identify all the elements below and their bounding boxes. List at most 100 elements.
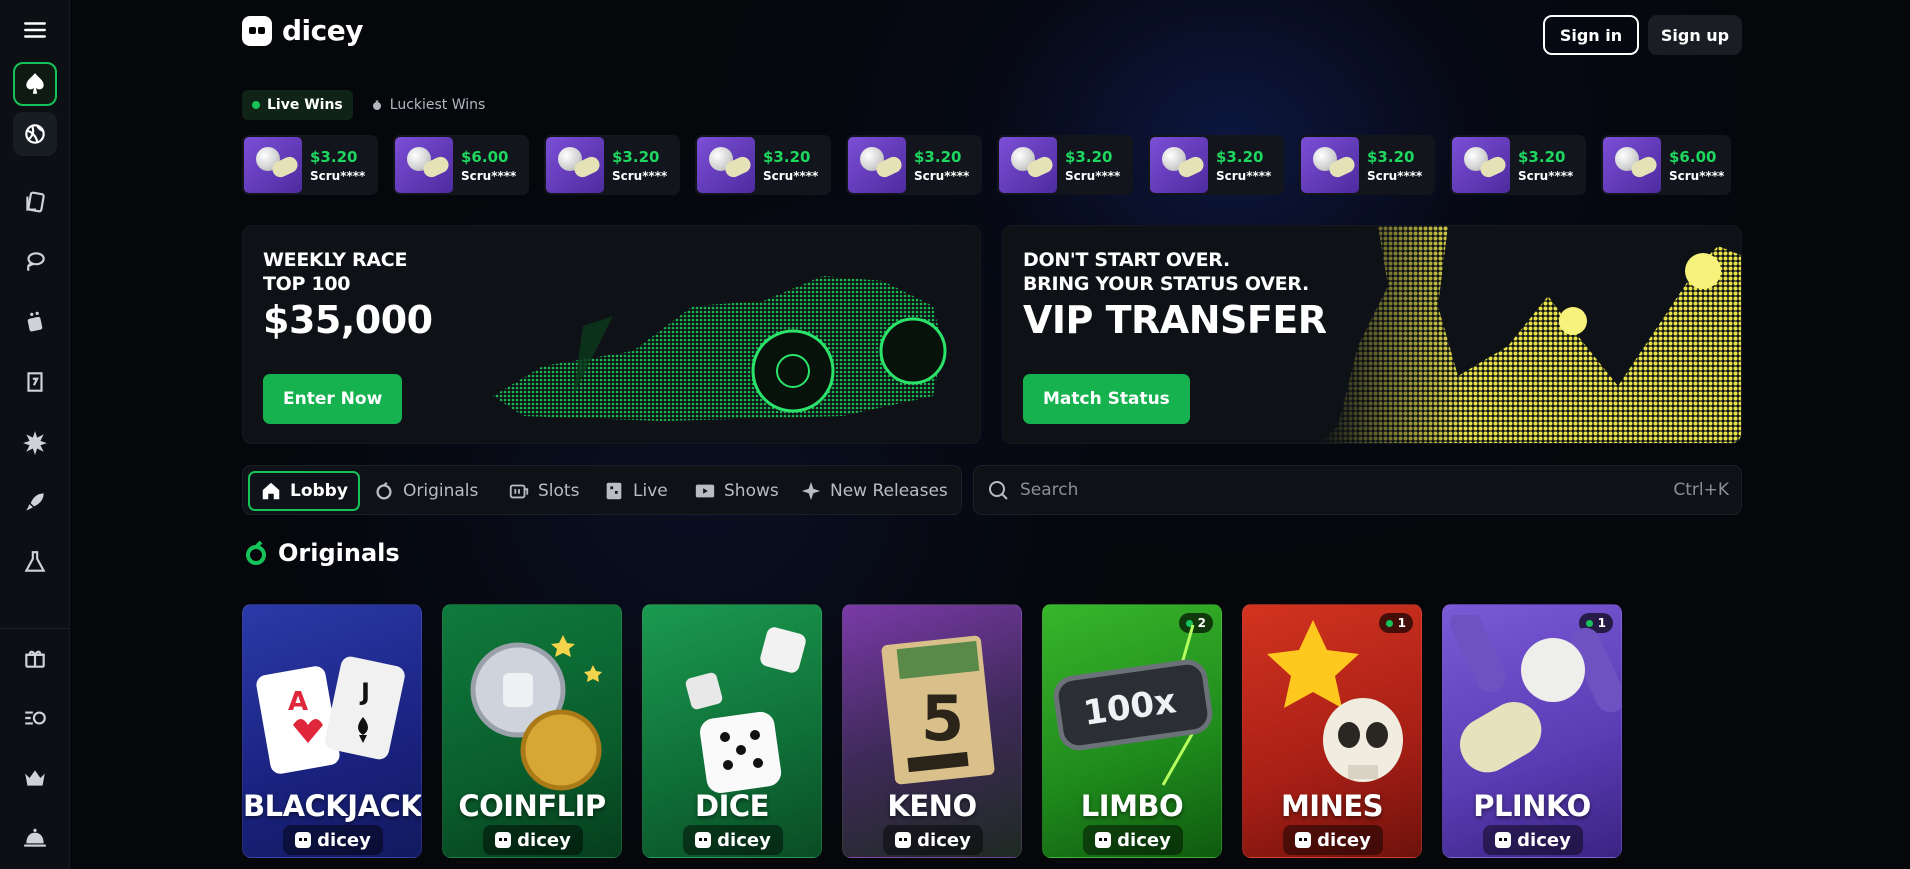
dice-logo-icon <box>695 832 712 848</box>
weekly-race-banner[interactable]: WEEKLY RACE TOP 100 $35,000 Enter Now <box>242 225 981 444</box>
win-card[interactable]: $3.20 Scru**** <box>1299 135 1435 195</box>
race-car-image <box>493 276 947 421</box>
win-card[interactable]: $3.20 Scru**** <box>544 135 680 195</box>
plinko-thumbnail <box>1150 137 1208 193</box>
sidebar-item-burst[interactable] <box>13 420 57 464</box>
match-status-button[interactable]: Match Status <box>1023 374 1190 424</box>
sidebar-item-crash[interactable] <box>13 480 57 524</box>
wins-tabs: Live Wins Luckiest Wins <box>242 90 495 120</box>
menu-button[interactable] <box>13 8 57 52</box>
win-card[interactable]: $3.20 Scru**** <box>1148 135 1284 195</box>
tab-luckiest-wins[interactable]: Luckiest Wins <box>361 90 496 120</box>
sidebar-item-support[interactable] <box>13 816 57 860</box>
sidebar-item-vip[interactable] <box>13 756 57 800</box>
dice-logo-icon <box>242 15 272 46</box>
win-amount: $3.20 <box>612 147 660 166</box>
plinko-thumbnail <box>1301 137 1359 193</box>
svg-text:5: 5 <box>921 682 964 755</box>
brand-logo[interactable]: dicey <box>242 14 363 47</box>
win-card[interactable]: $3.20 Scru**** <box>242 135 378 195</box>
originals-games-list: A J BLACKJACK dicey COINFLIP dicey DICE … <box>242 604 1622 858</box>
dice-logo-icon <box>895 832 912 848</box>
race-banner-text: WEEKLY RACE TOP 100 $35,000 <box>263 248 433 342</box>
sidebar-item-lasso[interactable] <box>13 240 57 284</box>
game-title: KENO <box>887 789 977 823</box>
dice-image-icon <box>685 627 806 793</box>
game-title: LIMBO <box>1080 789 1184 823</box>
dice-logo-icon <box>1095 832 1112 848</box>
lasso-icon <box>26 252 45 272</box>
tab-live[interactable]: Live <box>593 471 678 511</box>
shows-icon <box>695 484 715 498</box>
win-card[interactable]: $3.20 Scru**** <box>695 135 831 195</box>
enter-now-button[interactable]: Enter Now <box>263 374 403 424</box>
tab-label: Luckiest Wins <box>389 97 486 113</box>
tab-originals[interactable]: Originals <box>363 471 488 511</box>
game-brand: dicey <box>1483 825 1583 855</box>
signup-button[interactable]: Sign up <box>1648 15 1742 55</box>
win-amount: $6.00 <box>1669 147 1717 166</box>
game-card-coinflip[interactable]: COINFLIP dicey <box>442 604 622 858</box>
game-card-blackjack[interactable]: A J BLACKJACK dicey <box>242 604 422 858</box>
signin-button[interactable]: Sign in <box>1543 15 1639 55</box>
star-skull-icon <box>1267 620 1403 782</box>
win-card[interactable]: $6.00 Scru**** <box>393 135 529 195</box>
win-card[interactable]: $6.00 Scru**** <box>1601 135 1731 195</box>
game-title: COINFLIP <box>458 789 606 823</box>
sidebar-item-rewards[interactable] <box>13 636 57 680</box>
sidebar-item-lab[interactable] <box>13 540 57 584</box>
brand-label: dicey <box>1517 829 1571 851</box>
section-title: Originals <box>278 539 400 567</box>
vip-title: VIP TRANSFER <box>1023 298 1327 342</box>
originals-icon <box>246 540 266 565</box>
game-card-plinko[interactable]: 1 PLINKO dicey <box>1442 604 1622 858</box>
tab-label: New Releases <box>830 481 948 501</box>
win-amount: $3.20 <box>1518 147 1566 166</box>
sidebar-item-casino[interactable] <box>13 62 57 106</box>
coin-icon <box>470 635 602 791</box>
sidebar-item-sports[interactable] <box>13 112 57 156</box>
sidebar-item-cards[interactable] <box>13 180 57 224</box>
sidebar-item-slots[interactable] <box>13 360 57 404</box>
svg-text:J: J <box>359 678 370 706</box>
plinko-thumbnail <box>1452 137 1510 193</box>
win-user: Scru**** <box>1518 168 1574 183</box>
race-prize: $35,000 <box>263 298 433 342</box>
originals-icon <box>376 481 392 500</box>
tab-new-releases[interactable]: New Releases <box>790 471 958 511</box>
tab-live-wins[interactable]: Live Wins <box>242 90 353 120</box>
bell-icon <box>24 828 46 847</box>
search-bar[interactable]: Ctrl+K <box>973 465 1742 515</box>
tab-label: Live <box>633 481 668 501</box>
plinko-ball-icon <box>1450 615 1621 773</box>
category-tabs: Lobby Originals Slots Live Shows New Rel… <box>242 465 962 515</box>
tab-shows[interactable]: Shows <box>684 471 789 511</box>
win-card[interactable]: $3.20 Scru**** <box>1450 135 1586 195</box>
game-card-dice[interactable]: DICE dicey <box>642 604 822 858</box>
tab-lobby[interactable]: Lobby <box>248 471 360 511</box>
game-brand: dicey <box>1083 825 1183 855</box>
win-card[interactable]: $3.20 Scru**** <box>997 135 1133 195</box>
sidebar-item-rakeback[interactable] <box>13 696 57 740</box>
slots-icon <box>509 484 529 499</box>
brand-label: dicey <box>917 829 971 851</box>
win-user: Scru**** <box>914 168 970 183</box>
plinko-thumbnail <box>244 137 302 193</box>
win-amount: $3.20 <box>310 147 358 166</box>
plinko-thumbnail <box>395 137 453 193</box>
spade-icon <box>26 73 44 94</box>
game-card-mines[interactable]: 1 MINES dicey <box>1242 604 1422 858</box>
race-line-2: TOP 100 <box>263 273 351 295</box>
game-card-keno[interactable]: 5 KENO dicey <box>842 604 1022 858</box>
game-card-limbo[interactable]: 2 100x LIMBO dicey <box>1042 604 1222 858</box>
race-line-1: WEEKLY RACE <box>263 249 408 271</box>
vip-transfer-banner[interactable]: DON'T START OVER. BRING YOUR STATUS OVER… <box>1002 225 1742 444</box>
win-card[interactable]: $3.20 Scru**** <box>846 135 982 195</box>
dice-logo-icon <box>1495 832 1512 848</box>
tab-label: Lobby <box>290 481 348 501</box>
game-title: PLINKO <box>1473 789 1591 823</box>
sidebar-item-dice[interactable] <box>13 300 57 344</box>
search-input[interactable] <box>1020 480 1664 500</box>
win-amount: $3.20 <box>1216 147 1264 166</box>
tab-slots[interactable]: Slots <box>498 471 589 511</box>
